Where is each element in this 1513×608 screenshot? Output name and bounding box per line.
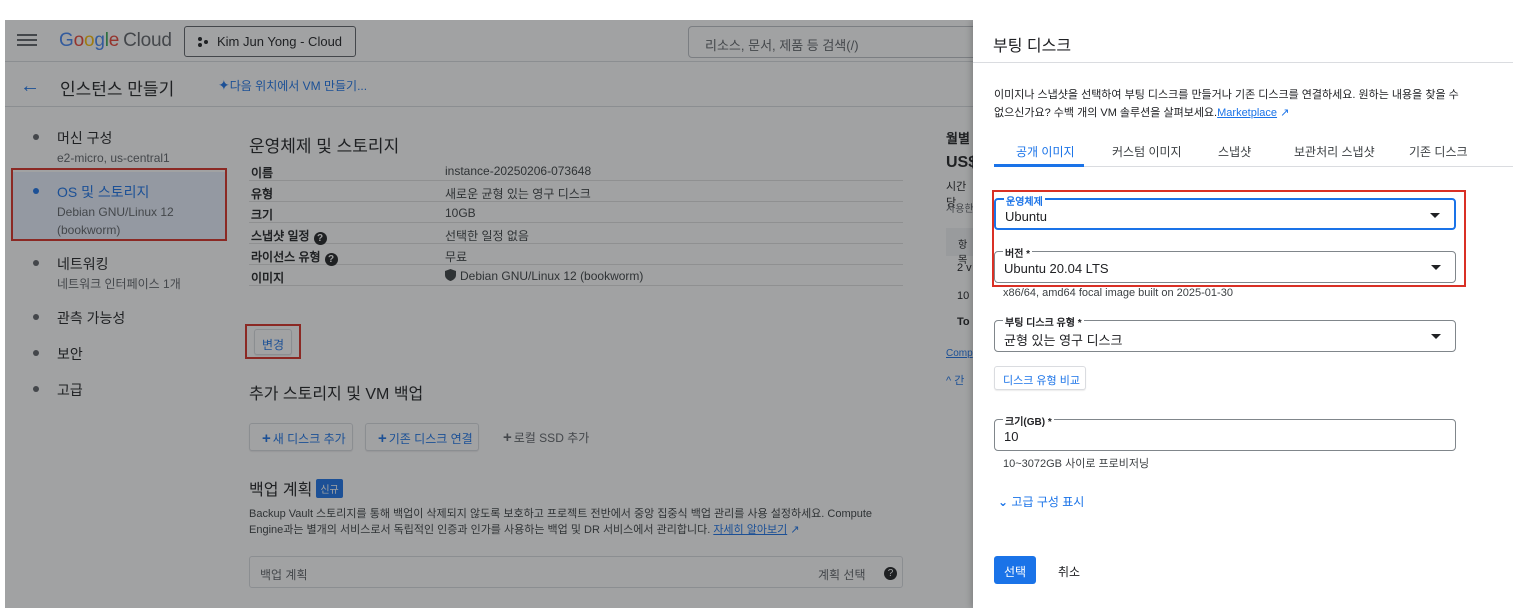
tab-archive-snapshots[interactable]: 보관처리 스냅샷 xyxy=(1294,143,1375,160)
screen: Google Cloud Kim Jun Yong - Cloud 리소스, 문서… xyxy=(5,20,1513,608)
cancel-button-label: 취소 xyxy=(1058,565,1081,579)
cancel-button[interactable]: 취소 xyxy=(1058,563,1080,580)
divider xyxy=(973,62,1513,63)
compare-disk-types-button[interactable]: 디스크 유형 비교 xyxy=(994,366,1086,390)
boot-disk-panel: 부팅 디스크 이미지나 스냅샷을 선택하여 부팅 디스크를 만들거나 기존 디스… xyxy=(973,20,1513,608)
disk-type-label: 부팅 디스크 유형 * xyxy=(1003,314,1084,329)
disk-type-value: 균형 있는 영구 디스크 xyxy=(1004,333,1123,348)
panel-description: 이미지나 스냅샷을 선택하여 부팅 디스크를 만들거나 기존 디스크를 연결하세… xyxy=(994,86,1464,122)
tab-indicator xyxy=(994,164,1084,167)
disk-type-select[interactable]: 부팅 디스크 유형 * 균형 있는 영구 디스크 xyxy=(994,314,1456,352)
tab-existing-disks[interactable]: 기존 디스크 xyxy=(1409,143,1468,160)
chevron-down-icon: ⌄ xyxy=(998,495,1009,509)
external-link-icon: ↗ xyxy=(1277,107,1290,119)
image-tabs: 공개 이미지 커스텀 이미지 스냅샷 보관처리 스냅샷 기존 디스크 xyxy=(994,135,1513,167)
compare-button-label: 디스크 유형 비교 xyxy=(1003,375,1080,387)
select-button-label: 선택 xyxy=(1003,565,1027,579)
modal-scrim[interactable] xyxy=(5,20,973,608)
marketplace-link[interactable]: Marketplace xyxy=(1217,107,1277,119)
version-hint: x86/64, amd64 focal image built on 2025-… xyxy=(1003,287,1233,299)
size-hint: 10~3072GB 사이로 프로비저닝 xyxy=(1003,458,1150,470)
select-button[interactable]: 선택 xyxy=(994,556,1036,584)
size-input-label: 크기(GB) * xyxy=(1003,413,1054,428)
size-input-value: 10 xyxy=(1004,429,1019,444)
show-advanced-toggle[interactable]: ⌄ 고급 구성 표시 xyxy=(998,493,1084,510)
panel-title: 부팅 디스크 xyxy=(993,38,1072,55)
tab-snapshots[interactable]: 스냅샷 xyxy=(1218,143,1251,160)
tab-custom-images[interactable]: 커스텀 이미지 xyxy=(1112,143,1182,160)
tab-public-images[interactable]: 공개 이미지 xyxy=(1016,143,1075,160)
console-app: Google Cloud Kim Jun Yong - Cloud 리소스, 문서… xyxy=(5,20,978,608)
highlight-box xyxy=(992,190,1466,287)
dropdown-arrow-icon xyxy=(1431,334,1441,339)
advanced-label: 고급 구성 표시 xyxy=(1011,495,1085,509)
size-input[interactable]: 크기(GB) * 10 xyxy=(994,413,1456,451)
